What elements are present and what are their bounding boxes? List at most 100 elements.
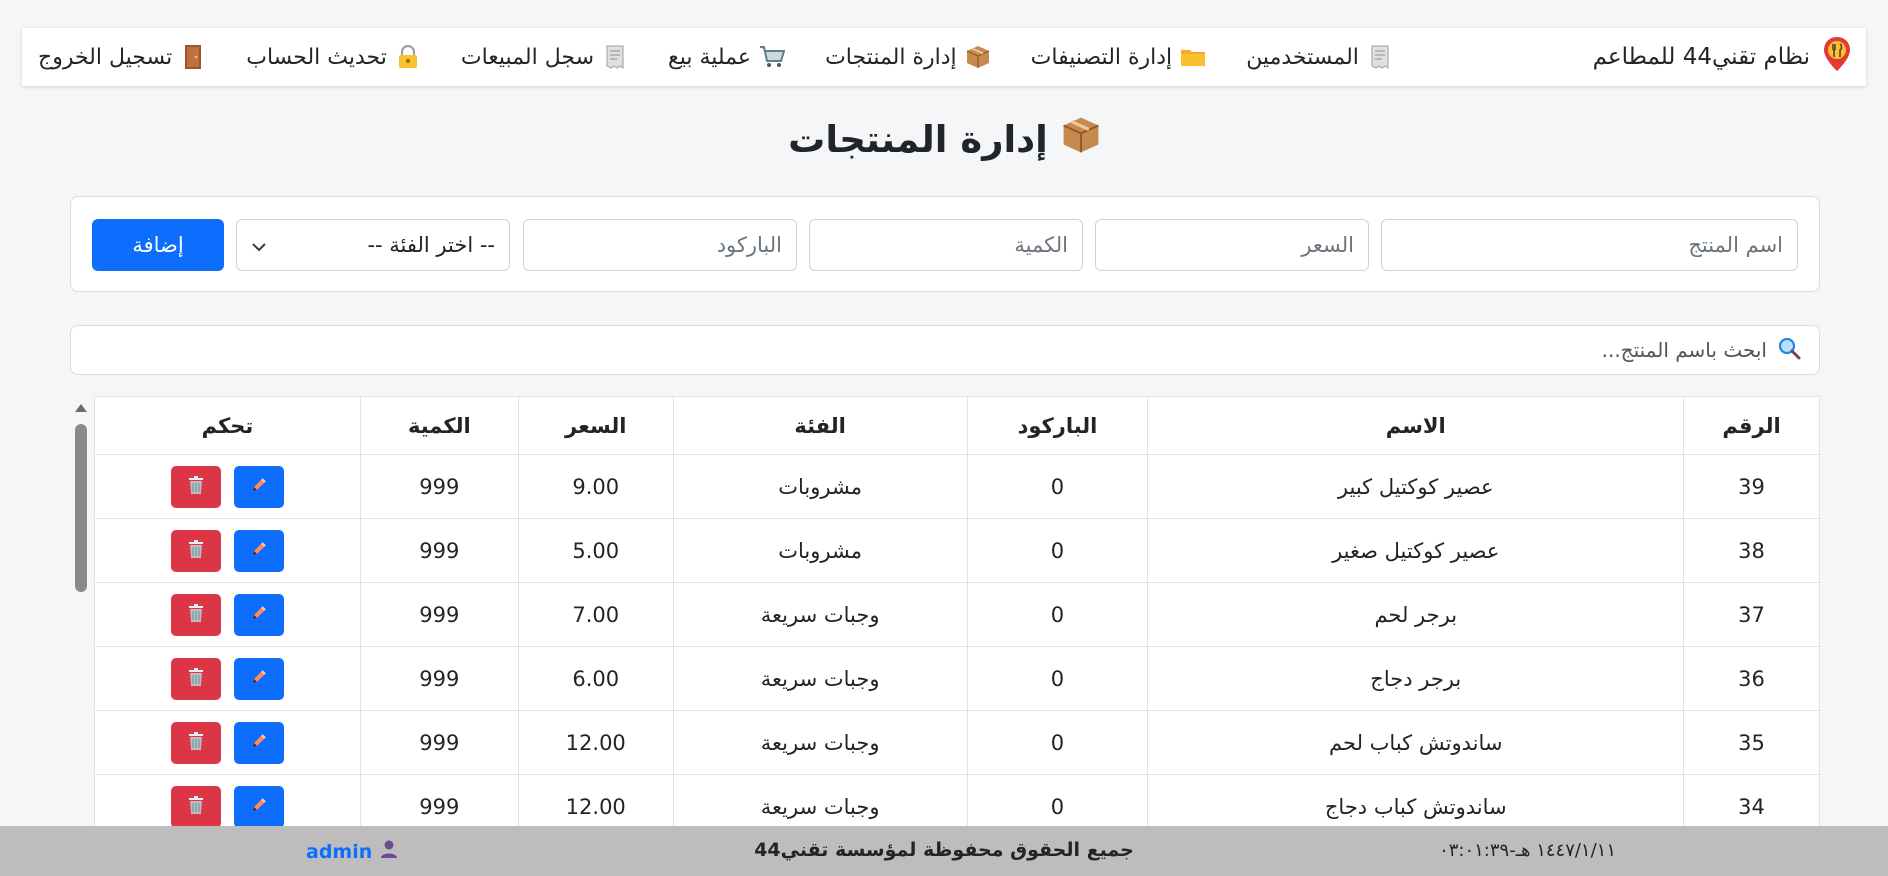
nav-products-label: إدارة المنتجات — [825, 44, 957, 70]
nav-sale[interactable]: عملية بيع — [668, 44, 786, 70]
trash-icon — [187, 667, 205, 690]
brand[interactable]: نظام تقني44 للمطاعم — [1593, 36, 1852, 78]
cell-price: 6.00 — [517, 646, 674, 711]
search-input[interactable] — [89, 338, 1767, 362]
cell-category: وجبات سريعة — [672, 582, 968, 647]
trash-icon — [187, 603, 205, 626]
edit-button[interactable] — [233, 785, 284, 826]
edit-button[interactable] — [233, 593, 284, 636]
cell-name: برجر لحم — [1147, 582, 1685, 647]
package-icon — [1062, 116, 1100, 163]
edit-button[interactable] — [233, 529, 284, 572]
cell-price: 12.00 — [517, 774, 674, 826]
cell-actions — [94, 518, 361, 583]
pencil-icon — [250, 540, 268, 561]
cell-qty: 999 — [359, 710, 519, 775]
category-select[interactable]: -- اختر الفئة -- — [236, 219, 510, 271]
products-table-container: الرقم الاسم الباركود الفئة السعر الكمية … — [70, 396, 1820, 826]
trash-icon — [187, 731, 205, 754]
navbar: نظام تقني44 للمطاعم المستخدمين إدارة الت… — [22, 28, 1866, 86]
nav-update-account-label: تحديث الحساب — [246, 44, 387, 70]
nav-categories-label: إدارة التصنيفات — [1030, 44, 1173, 70]
col-qty-header[interactable]: الكمية — [359, 396, 519, 455]
table-header-row: الرقم الاسم الباركود الفئة السعر الكمية … — [94, 396, 1820, 455]
col-barcode-header[interactable]: الباركود — [966, 396, 1149, 455]
receipt-icon — [602, 44, 628, 70]
cell-qty: 999 — [359, 774, 519, 826]
cell-barcode: 0 — [966, 454, 1149, 519]
add-button[interactable]: إضافة — [92, 219, 224, 271]
col-actions-header: تحكم — [94, 396, 361, 455]
delete-button[interactable] — [171, 785, 222, 826]
delete-button[interactable] — [171, 529, 222, 572]
delete-button[interactable] — [171, 465, 222, 508]
nav-logout[interactable]: تسجيل الخروج — [38, 44, 206, 70]
datetime: ١٤٤٧/١/١١ هـ-٠٣:٠١:٣٩ — [1439, 840, 1616, 861]
table-row: 37 برجر لحم 0 وجبات سريعة 7.00 999 — [94, 582, 1820, 647]
nav-sales-log[interactable]: سجل المبيعات — [461, 44, 628, 70]
cell-actions — [94, 582, 361, 647]
nav-update-account[interactable]: تحديث الحساب — [246, 44, 421, 70]
quantity-input[interactable] — [809, 219, 1083, 271]
lock-key-icon — [395, 44, 421, 70]
cell-id: 38 — [1683, 518, 1820, 583]
cell-qty: 999 — [359, 582, 519, 647]
cell-name: عصير كوكتيل كبير — [1147, 454, 1685, 519]
scroll-up-arrow[interactable] — [75, 404, 87, 412]
package-icon — [965, 44, 991, 70]
delete-button[interactable] — [171, 593, 222, 636]
table-row: 39 عصير كوكتيل كبير 0 مشروبات 9.00 999 — [94, 454, 1820, 519]
cell-category: وجبات سريعة — [672, 774, 968, 826]
table-row: 36 برجر دجاج 0 وجبات سريعة 6.00 999 — [94, 646, 1820, 711]
pencil-icon — [250, 732, 268, 753]
nav-categories[interactable]: إدارة التصنيفات — [1031, 44, 1207, 70]
table-row: 35 ساندوتش كباب لحم 0 وجبات سريعة 12.00 … — [94, 710, 1820, 775]
cell-category: وجبات سريعة — [672, 710, 968, 775]
edit-button[interactable] — [233, 721, 284, 764]
cell-price: 9.00 — [517, 454, 674, 519]
magnifier-icon — [1777, 336, 1801, 364]
page-title-text: إدارة المنتجات — [788, 118, 1048, 161]
cell-actions — [94, 454, 361, 519]
delete-button[interactable] — [171, 657, 222, 700]
footer: admin جميع الحقوق محفوظة لمؤسسة تقني44 ١… — [0, 826, 1888, 876]
col-price-header[interactable]: السعر — [517, 396, 674, 455]
cell-price: 12.00 — [517, 710, 674, 775]
cell-barcode: 0 — [966, 582, 1149, 647]
cell-category: مشروبات — [672, 454, 968, 519]
cell-category: وجبات سريعة — [672, 646, 968, 711]
cell-qty: 999 — [359, 454, 519, 519]
col-id-header[interactable]: الرقم — [1683, 396, 1820, 455]
table-row: 38 عصير كوكتيل صغير 0 مشروبات 5.00 999 — [94, 518, 1820, 583]
price-input[interactable] — [1095, 219, 1369, 271]
cell-id: 36 — [1683, 646, 1820, 711]
cell-name: برجر دجاج — [1147, 646, 1685, 711]
col-category-header[interactable]: الفئة — [672, 396, 968, 455]
cell-actions — [94, 774, 361, 826]
cell-id: 34 — [1683, 774, 1820, 826]
cell-barcode: 0 — [966, 518, 1149, 583]
brand-title: نظام تقني44 للمطاعم — [1592, 44, 1810, 70]
edit-button[interactable] — [233, 657, 284, 700]
barcode-input[interactable] — [523, 219, 797, 271]
vertical-scrollbar[interactable] — [70, 396, 92, 826]
cell-barcode: 0 — [966, 710, 1149, 775]
col-name-header[interactable]: الاسم — [1147, 396, 1685, 455]
product-name-input[interactable] — [1381, 219, 1798, 271]
nav-logout-label: تسجيل الخروج — [38, 44, 173, 70]
cart-icon — [759, 44, 786, 70]
edit-button[interactable] — [233, 465, 284, 508]
add-product-form: -- اختر الفئة -- إضافة — [70, 196, 1820, 292]
pencil-icon — [250, 668, 268, 689]
scroll-thumb[interactable] — [75, 424, 87, 592]
page-title: إدارة المنتجات — [0, 116, 1888, 163]
category-select-value: -- اختر الفئة -- — [367, 233, 495, 257]
cell-actions — [94, 646, 361, 711]
chevron-down-icon — [251, 233, 267, 257]
delete-button[interactable] — [171, 721, 222, 764]
pencil-icon — [250, 604, 268, 625]
nav-users[interactable]: المستخدمين — [1246, 44, 1393, 70]
nav-sale-label: عملية بيع — [668, 44, 752, 70]
door-icon — [180, 44, 206, 70]
nav-products[interactable]: إدارة المنتجات — [825, 44, 991, 70]
